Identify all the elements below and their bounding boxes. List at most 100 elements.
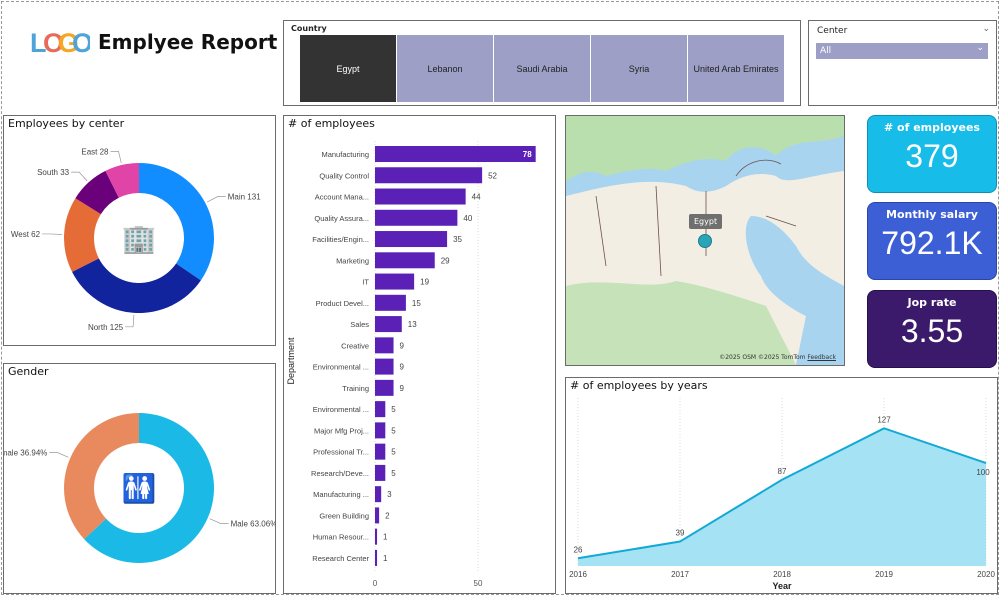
data-label: Female 36.94% <box>4 448 47 457</box>
department-bar-chart: 0 50 Department Manufacturing 78 Quality Cont… <box>286 141 536 588</box>
kpi-label: Jop rate <box>907 296 957 309</box>
category-label: Account Mana... <box>315 193 369 202</box>
data-label: 78 <box>523 150 532 159</box>
x-tick-label: 2017 <box>671 570 689 579</box>
data-label: 9 <box>400 363 405 372</box>
center-slicer-label: Center <box>817 26 848 36</box>
data-label: 1 <box>383 533 388 542</box>
data-label: Male 63.06% <box>231 520 275 529</box>
center-slicer: Center ⌄ All ⌄ <box>808 20 997 106</box>
bar <box>375 167 483 184</box>
leader-line <box>71 171 88 182</box>
country-slicer-label: Country <box>291 24 327 33</box>
category-label: Green Building <box>319 511 369 520</box>
data-label: 87 <box>778 467 787 476</box>
bar <box>375 316 402 333</box>
category-label: Environmental ... <box>313 405 369 414</box>
map-marker-egypt[interactable] <box>698 234 712 248</box>
category-label: Quality Assura... <box>314 214 369 223</box>
x-tick-label: 2020 <box>977 570 995 579</box>
leader-line <box>125 314 135 328</box>
attribution-text: ©2025 OSM ©2025 TomTom <box>719 354 806 361</box>
data-label: 9 <box>400 341 405 350</box>
leader-line <box>209 518 229 524</box>
bar <box>375 507 380 524</box>
center-dropdown[interactable]: All ⌄ <box>816 43 988 59</box>
bar <box>375 379 394 396</box>
bar <box>375 549 378 566</box>
map-panel[interactable]: Egypt ©2025 OSM ©2025 TomTom Feedback <box>565 115 845 366</box>
map-marker-tooltip: Egypt <box>689 214 723 229</box>
data-label: 44 <box>472 193 481 202</box>
bar <box>375 252 435 269</box>
country-option-saudi-arabia[interactable]: Saudi Arabia <box>494 35 590 102</box>
data-label: 5 <box>391 469 396 478</box>
bar <box>375 358 394 375</box>
bar <box>375 528 378 545</box>
country-option-egypt[interactable]: Egypt <box>300 35 396 102</box>
data-label: 127 <box>877 415 891 424</box>
center-dropdown-value: All <box>820 46 832 56</box>
chevron-down-icon: ⌄ <box>976 43 984 53</box>
chevron-down-icon[interactable]: ⌄ <box>982 24 990 34</box>
center-donut-chart: Main 131 North 125 West 62 South 33 East 28 🏢 <box>11 147 261 332</box>
data-label: 39 <box>676 529 685 538</box>
kpi-employees-card: # of employees 379 <box>867 115 997 193</box>
country-option-syria[interactable]: Syria <box>591 35 687 102</box>
category-label: Manufacturing <box>321 150 369 159</box>
kpi-value: 379 <box>905 138 959 174</box>
leader-line <box>49 452 69 458</box>
kpi-job-rate-card: Jop rate 3.55 <box>867 290 997 368</box>
building-people-icon: 🏢 <box>122 223 157 255</box>
x-tick-label: 2019 <box>875 570 893 579</box>
category-label: Creative <box>341 341 369 350</box>
data-label: 100 <box>976 468 990 477</box>
bar <box>375 294 406 311</box>
map-attribution: ©2025 OSM ©2025 TomTom Feedback <box>719 354 836 361</box>
country-option-uae[interactable]: United Arab Emirates <box>688 35 784 102</box>
category-label: IT <box>362 278 369 287</box>
gender-panel: Gender Male 63.06%Female 36.94%🚻 <box>3 363 276 594</box>
page-title: Emplyee Report <box>98 30 278 54</box>
category-label: Research/Deve... <box>311 469 369 478</box>
employees-by-years-chart: 26 2016 39 2017 87 2018 127 2019 100 2020 Year <box>569 398 995 591</box>
restroom-icon: 🚻 <box>122 472 157 505</box>
feedback-link[interactable]: Feedback <box>807 354 836 361</box>
x-tick-label: 2018 <box>773 570 791 579</box>
data-label: 40 <box>463 214 472 223</box>
area-fill <box>578 428 986 566</box>
bar <box>375 231 448 248</box>
svg-text:O: O <box>72 28 90 57</box>
bar <box>375 486 382 503</box>
category-label: Major Mfg Proj... <box>314 426 369 435</box>
bar <box>375 188 466 205</box>
x-axis-title: Year <box>772 581 792 591</box>
employees-by-center-panel: Employees by center Main 131 North 125 Wes… <box>3 115 276 346</box>
data-label: North 125 <box>88 323 124 332</box>
country-slicer: Country Egypt Lebanon Saudi Arabia Syria… <box>283 20 801 106</box>
gender-donut-chart: Male 63.06% Female 36.94% 🚻 <box>4 413 275 563</box>
category-label: Facilities/Engin... <box>312 235 369 244</box>
x-tick-label: 2016 <box>569 570 587 579</box>
data-label: 5 <box>391 426 396 435</box>
kpi-label: # of employees <box>884 121 980 134</box>
category-label: Professional Tr... <box>313 448 369 457</box>
leader-line <box>42 233 63 235</box>
donut-slice-main <box>139 163 214 281</box>
bar <box>375 464 386 481</box>
bar <box>375 443 386 460</box>
category-label: Training <box>342 384 369 393</box>
kpi-label: Monthly salary <box>886 208 978 221</box>
bar <box>375 337 394 354</box>
data-label: 19 <box>420 278 429 287</box>
data-label: Main 131 <box>228 193 261 202</box>
category-label: Research Center <box>312 554 369 563</box>
y-axis-title: Department <box>286 337 296 385</box>
data-label: 26 <box>574 545 583 554</box>
country-option-lebanon[interactable]: Lebanon <box>397 35 493 102</box>
bar <box>375 146 536 162</box>
bar <box>375 422 386 439</box>
data-label: 5 <box>391 448 396 457</box>
category-label: Product Devel... <box>316 299 369 308</box>
data-label: 35 <box>453 235 462 244</box>
